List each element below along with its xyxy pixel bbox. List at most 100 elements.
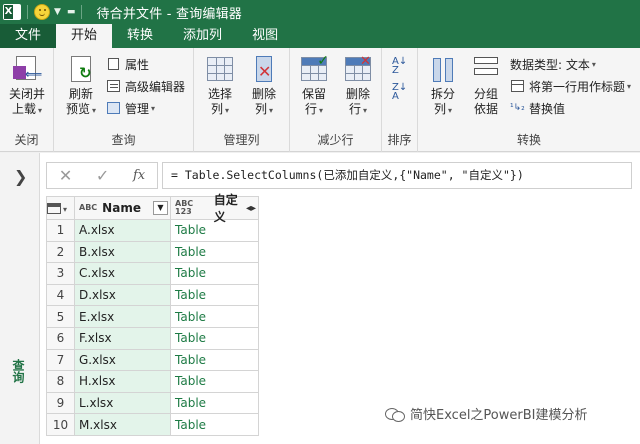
row-number: 2: [46, 240, 75, 264]
table-row[interactable]: 5 E.xlsx Table: [46, 305, 259, 328]
cell-name[interactable]: G.xlsx: [74, 348, 171, 372]
quick-access-caret-icon[interactable]: ▼: [54, 7, 61, 17]
cell-table-link[interactable]: Table: [170, 348, 259, 372]
replace-values-icon: ¹↳₂: [510, 103, 525, 113]
group-transform-label: 转换: [516, 133, 541, 147]
group-query-label: 查询: [111, 133, 136, 147]
filter-dropdown-icon[interactable]: ▼: [153, 201, 168, 215]
table-row[interactable]: 4 D.xlsx Table: [46, 283, 259, 307]
chevron-down-icon: ▾: [92, 106, 97, 115]
cell-table-link[interactable]: Table: [170, 240, 259, 264]
refresh-preview-button[interactable]: ↻ 刷新 预览 ▾: [58, 54, 104, 118]
cell-table-link[interactable]: Table: [170, 391, 259, 415]
excel-icon[interactable]: X: [3, 4, 21, 20]
sort-descending-icon: Z↓ A: [392, 82, 408, 102]
remove-rows-button[interactable]: ✕ 删除 行 ▾: [336, 54, 380, 118]
tab-home[interactable]: 开始: [56, 24, 113, 48]
cell-name[interactable]: L.xlsx: [74, 391, 171, 415]
cell-name[interactable]: H.xlsx: [74, 370, 171, 393]
cell-name[interactable]: D.xlsx: [74, 283, 171, 307]
split-column-label-1: 拆分: [430, 87, 455, 101]
keep-rows-button[interactable]: ✓ 保留 行 ▾: [292, 54, 336, 118]
choose-columns-label-2: 列: [210, 102, 223, 116]
group-manage-columns-label: 管理列: [223, 133, 260, 147]
title-bar: X ▼ ▬ 待合并文件 - 查询编辑器: [0, 0, 640, 24]
row-number: 7: [46, 348, 75, 372]
sort-ascending-button[interactable]: A↓ Z: [392, 56, 407, 76]
table-row[interactable]: 6 F.xlsx Table: [46, 326, 259, 350]
table-row[interactable]: 7 G.xlsx Table: [46, 348, 259, 372]
replace-values-label: 替换值: [529, 101, 566, 116]
remove-rows-icon: ✕: [342, 54, 374, 84]
sort-descending-button[interactable]: Z↓ A: [392, 82, 407, 102]
cell-name[interactable]: B.xlsx: [74, 240, 171, 264]
cell-name[interactable]: M.xlsx: [74, 413, 171, 436]
tab-transform[interactable]: 转换: [112, 24, 168, 48]
chevron-down-icon: ▾: [63, 205, 68, 214]
formula-buttons: ✕ ✓ fx: [46, 162, 158, 189]
cell-name[interactable]: C.xlsx: [74, 262, 171, 285]
column-header-name[interactable]: ABC Name ▼: [74, 196, 171, 220]
split-column-label-2: 列: [433, 102, 446, 116]
smiley-icon[interactable]: [34, 4, 50, 20]
group-query: ↻ 刷新 预览 ▾ 属性 高级编辑器 管理 ▾ 查询: [54, 48, 194, 152]
table-menu-button[interactable]: ▾: [46, 196, 75, 220]
cancel-icon[interactable]: ✕: [59, 166, 72, 185]
cell-table-link[interactable]: Table: [170, 413, 259, 436]
manage-icon: [106, 101, 122, 115]
properties-button[interactable]: 属性: [106, 54, 149, 74]
group-reduce-rows-label: 减少行: [317, 133, 354, 147]
refresh-icon: ↻: [65, 54, 97, 84]
keep-rows-label-2: 行: [304, 102, 317, 116]
customize-toolbar-icon[interactable]: ▬: [67, 7, 76, 17]
close-load-button[interactable]: ⟸ 关闭并 上载 ▾: [4, 54, 50, 118]
group-sort: A↓ Z Z↓ A 排序: [382, 48, 418, 152]
any-type-icon[interactable]: ABC 123: [175, 200, 209, 216]
column-header-name-label: Name: [102, 201, 141, 215]
row-number: 3: [46, 262, 75, 285]
group-manage-columns: 选择 列 ▾ ✕ 删除 列 ▾ 管理列: [194, 48, 290, 152]
data-type-dropdown[interactable]: 数据类型: 文本 ▾: [510, 54, 596, 74]
chevron-down-icon: ▾: [448, 106, 453, 115]
tab-add-column[interactable]: 添加列: [168, 24, 237, 48]
row-number: 8: [46, 370, 75, 393]
group-transform: 拆分 列 ▾ 分组 依据 数据类型: 文本 ▾ 将第一行用作标题 ▾ ¹↳₂ 替换…: [418, 48, 640, 152]
table-row[interactable]: 3 C.xlsx Table: [46, 262, 259, 285]
cell-name[interactable]: F.xlsx: [74, 326, 171, 350]
confirm-check-icon[interactable]: ✓: [96, 166, 109, 185]
formula-input[interactable]: = Table.SelectColumns(已添加自定义,{"Name", "自…: [162, 162, 632, 189]
column-header-custom[interactable]: ABC 123 自定义 ◂▸: [170, 193, 259, 224]
advanced-editor-button[interactable]: 高级编辑器: [106, 76, 185, 96]
group-by-button[interactable]: 分组 依据: [466, 54, 506, 117]
tab-view[interactable]: 视图: [237, 24, 293, 48]
table-row[interactable]: 10 M.xlsx Table: [46, 413, 259, 436]
use-first-row-headers-button[interactable]: 将第一行用作标题 ▾: [510, 76, 631, 96]
cell-table-link[interactable]: Table: [170, 262, 259, 285]
cell-table-link[interactable]: Table: [170, 370, 259, 393]
split-column-button[interactable]: 拆分 列 ▾: [422, 54, 464, 118]
cell-name[interactable]: E.xlsx: [74, 305, 171, 328]
replace-values-button[interactable]: ¹↳₂ 替换值: [510, 98, 565, 118]
queries-pane-collapsed[interactable]: ❯ 查询: [0, 153, 40, 444]
cell-table-link[interactable]: Table: [170, 283, 259, 307]
group-sort-label: 排序: [387, 133, 412, 147]
group-by-label-1: 分组: [473, 87, 498, 101]
group-close-label: 关闭: [14, 133, 39, 147]
wechat-icon: [385, 406, 405, 422]
advanced-editor-icon: [106, 79, 122, 93]
text-type-icon[interactable]: ABC: [79, 204, 97, 212]
table-row[interactable]: 8 H.xlsx Table: [46, 370, 259, 393]
choose-columns-button[interactable]: 选择 列 ▾: [198, 54, 242, 118]
tab-file[interactable]: 文件: [0, 24, 57, 48]
remove-columns-button[interactable]: ✕ 删除 列 ▾: [242, 54, 286, 118]
column-header-custom-label: 自定义: [213, 193, 238, 224]
manage-button[interactable]: 管理 ▾: [106, 98, 155, 118]
cell-table-link[interactable]: Table: [170, 305, 259, 328]
chevron-right-icon[interactable]: ❯: [14, 167, 27, 186]
table-row[interactable]: 9 L.xlsx Table: [46, 391, 259, 415]
expand-column-icon[interactable]: ◂▸: [246, 203, 256, 214]
table-row[interactable]: 2 B.xlsx Table: [46, 240, 259, 264]
fx-icon[interactable]: fx: [133, 168, 145, 183]
cell-name[interactable]: A.xlsx: [74, 219, 171, 242]
cell-table-link[interactable]: Table: [170, 326, 259, 350]
